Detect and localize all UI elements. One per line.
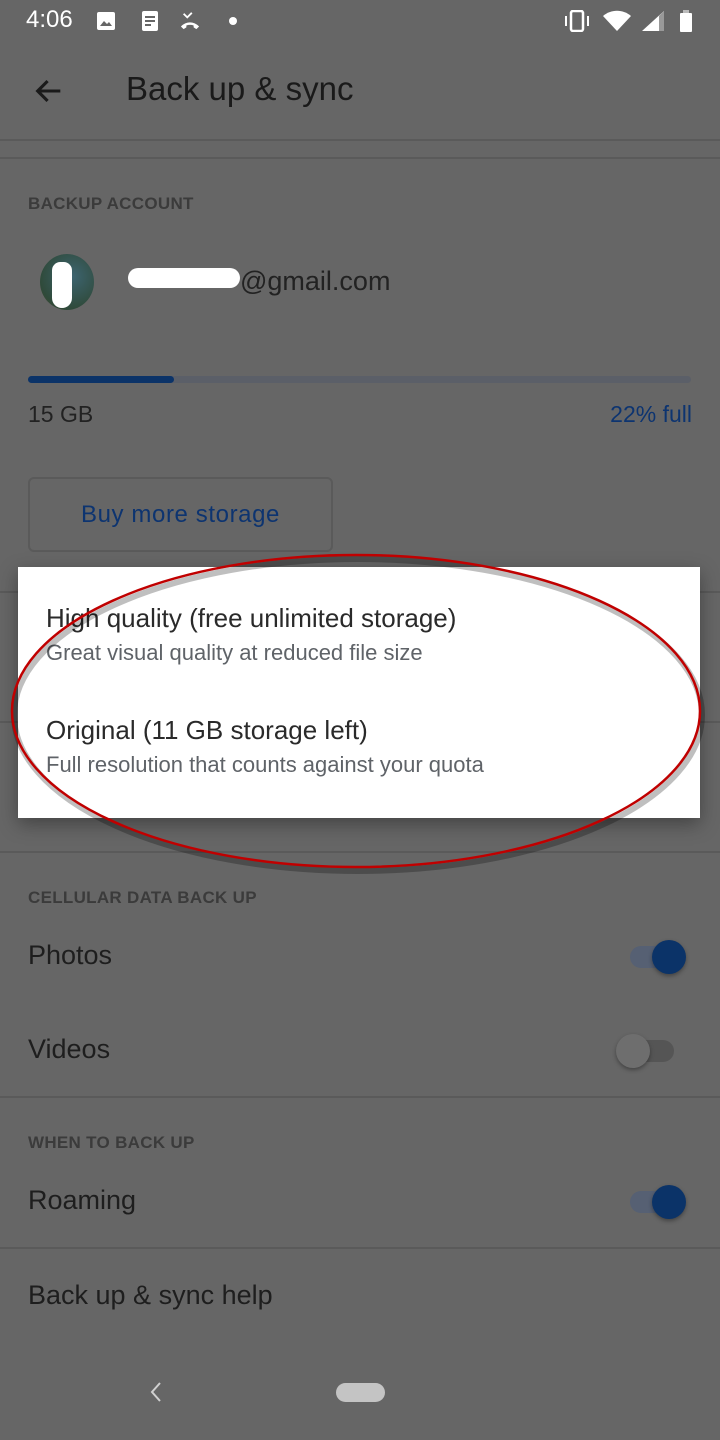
wifi-icon	[603, 10, 631, 31]
status-bar: 4:06	[0, 0, 720, 44]
option-title: Original (11 GB storage left)	[46, 715, 368, 745]
toggle-videos[interactable]	[616, 1030, 680, 1070]
option-subtitle: Full resolution that counts against your…	[46, 752, 484, 777]
section-header-when-to-back-up: WHEN TO BACK UP	[28, 1133, 195, 1152]
row-label-roaming: Roaming	[28, 1185, 137, 1215]
vibrate-icon	[565, 10, 589, 32]
buy-more-storage-button[interactable]: Buy more storage	[28, 477, 333, 552]
section-header-cellular: CELLULAR DATA BACK UP	[28, 888, 257, 907]
toggle-photos[interactable]	[628, 936, 688, 976]
option-subtitle: Great visual quality at reduced file siz…	[46, 640, 423, 665]
storage-percent: 22% full	[610, 401, 692, 427]
back-arrow-icon[interactable]	[32, 74, 66, 108]
row-label-videos: Videos	[28, 1034, 111, 1064]
divider	[0, 1096, 720, 1098]
avatar[interactable]	[40, 254, 94, 310]
divider	[0, 157, 720, 159]
nav-home-pill[interactable]	[336, 1383, 385, 1402]
storage-total: 15 GB	[28, 401, 94, 427]
battery-icon	[680, 10, 692, 32]
dot-icon	[229, 17, 237, 25]
nav-back-icon[interactable]	[146, 1380, 166, 1404]
email-redaction	[128, 268, 240, 288]
divider	[0, 851, 720, 853]
missed-call-icon	[180, 12, 200, 30]
page-title: Back up & sync	[126, 70, 354, 107]
upload-size-dialog: High quality (free unlimited storage) Gr…	[18, 567, 700, 818]
row-label-photos: Photos	[28, 940, 113, 970]
option-high-quality[interactable]: High quality (free unlimited storage) Gr…	[46, 603, 456, 666]
storage-progress-bar	[28, 376, 691, 383]
help-link[interactable]: Back up & sync help	[28, 1280, 273, 1311]
document-icon	[142, 11, 158, 31]
signal-icon	[642, 11, 664, 31]
image-icon	[97, 12, 115, 30]
toggle-roaming[interactable]	[628, 1181, 688, 1221]
divider	[0, 139, 720, 141]
status-time: 4:06	[26, 6, 73, 33]
divider	[0, 1247, 720, 1249]
storage-progress-fill	[28, 376, 174, 383]
option-title: High quality (free unlimited storage)	[46, 603, 457, 633]
option-original[interactable]: Original (11 GB storage left) Full resol…	[46, 715, 484, 778]
section-header-backup-account: BACKUP ACCOUNT	[28, 194, 194, 213]
